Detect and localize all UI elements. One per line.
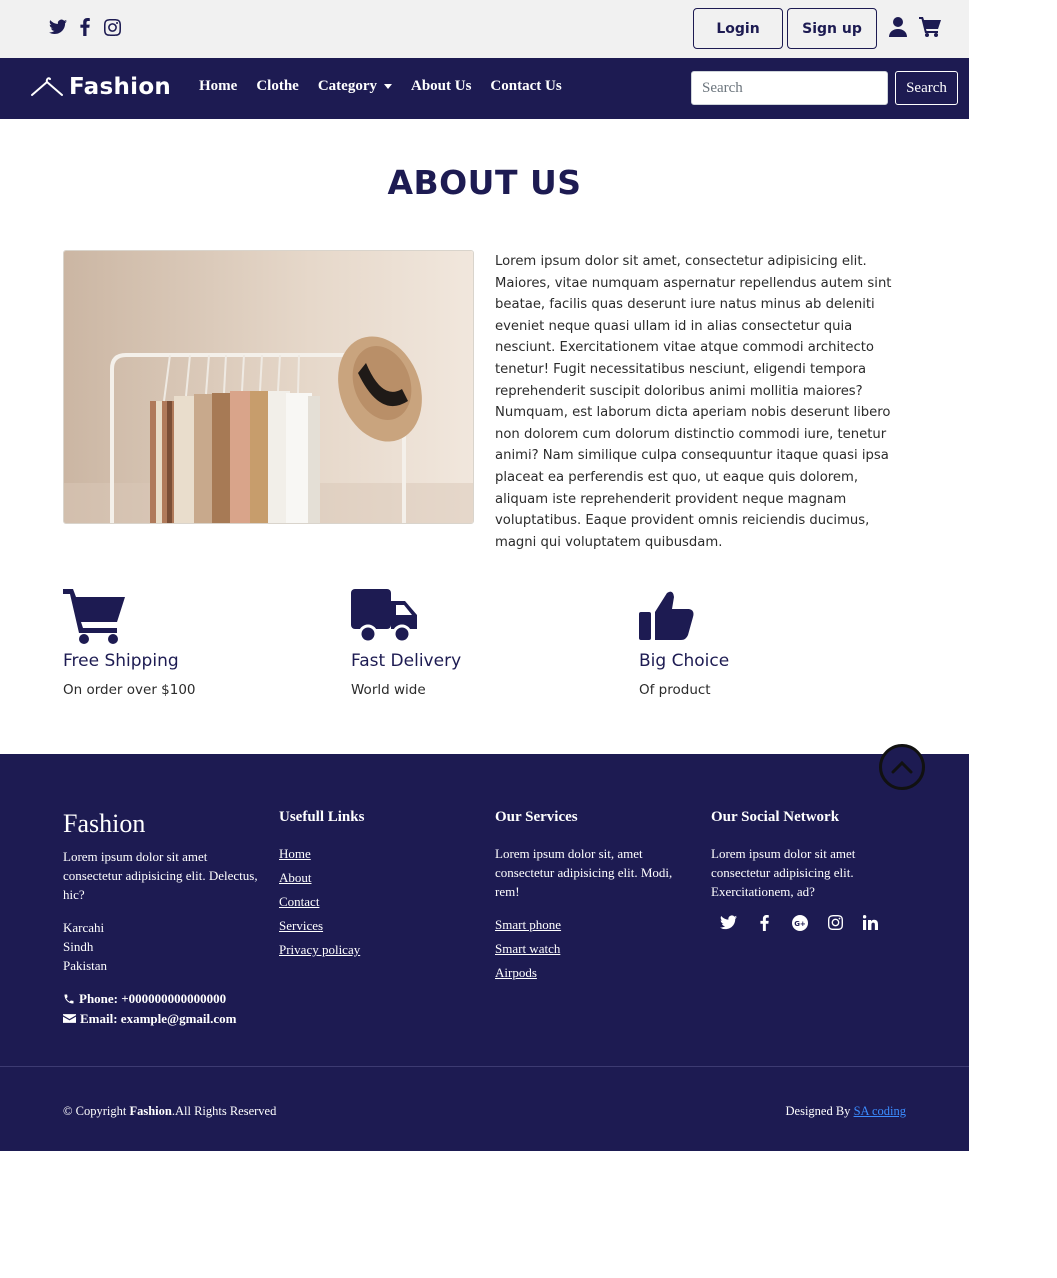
facebook-icon[interactable] [747,915,783,931]
brand-logo[interactable]: Fashion [31,74,171,100]
copyright-brand: Fashion [129,1104,172,1118]
hanger-icon [31,77,63,96]
scroll-to-top-button[interactable] [879,744,925,790]
footer-email: Email: example@gmail.com [63,1009,263,1029]
phone-icon [64,994,74,1004]
cart-icon [63,589,303,649]
search-button[interactable]: Search [895,71,958,105]
about-image [63,250,474,524]
footer-services-heading: Our Services [495,809,578,825]
footer-social-text: Lorem ipsum dolor sit amet consectetur a… [711,846,856,899]
footer-about-column: Fashion Lorem ipsum dolor sit amet conse… [63,807,263,1028]
footer: Fashion Lorem ipsum dolor sit amet conse… [0,754,969,1151]
nav-link-category[interactable]: Category [318,78,392,95]
footer-service-smart-watch[interactable]: Smart watch [495,941,685,957]
feature-fast-delivery: Fast Delivery World wide [351,589,591,698]
footer-services-column: Our Services Lorem ipsum dolor sit, amet… [495,807,685,981]
user-icon[interactable] [889,17,907,42]
address-line: Sindh [63,939,94,954]
footer-link-about[interactable]: About [279,870,469,886]
nav-links: Home Clothe Category About Us Contact Us [199,78,562,95]
copyright-suffix: .All Rights Reserved [171,1104,277,1118]
page-title: ABOUT US [387,163,582,202]
footer-service-smart-phone[interactable]: Smart phone [495,917,685,933]
address-line: Karcahi [63,920,105,935]
twitter-icon[interactable] [49,17,67,37]
top-bar: Login Sign up [0,0,969,58]
svg-text:G+: G+ [794,920,806,928]
google-plus-icon[interactable]: G+ [782,915,818,931]
instagram-icon[interactable] [103,17,121,37]
nav-link-contact[interactable]: Contact Us [490,78,561,95]
footer-social-links: G+ [711,915,911,931]
navbar: Fashion Home Clothe Category About Us Co… [0,58,969,119]
brand-name: Fashion [69,74,172,100]
cart-icon[interactable] [919,17,941,42]
facebook-icon[interactable] [76,17,94,37]
feature-free-shipping: Free Shipping On order over $100 [63,589,303,698]
footer-links-heading: Usefull Links [279,809,365,825]
linkedin-icon[interactable] [853,915,889,931]
footer-service-airpods[interactable]: Airpods [495,965,685,981]
feature-title: Big Choice [639,651,730,671]
nav-link-clothe[interactable]: Clothe [256,78,299,95]
instagram-icon[interactable] [818,915,854,931]
footer-divider [0,1066,969,1067]
thumbs-up-icon [639,589,879,649]
nav-link-category-label: Category [317,78,377,94]
signup-button[interactable]: Sign up [787,8,877,49]
designed-by: Designed By SA coding [786,1104,907,1119]
footer-brand-text: Lorem ipsum dolor sit amet consectetur a… [63,849,258,902]
footer-link-services[interactable]: Services [279,918,469,934]
nav-link-home[interactable]: Home [199,78,237,95]
feature-big-choice: Big Choice Of product [639,589,879,698]
feature-subtitle: Of product [639,682,711,698]
twitter-icon[interactable] [711,915,747,931]
feature-subtitle: On order over $100 [63,682,196,698]
footer-link-home[interactable]: Home [279,846,469,862]
copyright: © Copyright Fashion.All Rights Reserved [63,1104,276,1119]
copyright-prefix: © Copyright [63,1104,130,1118]
phone-text: Phone: +000000000000000 [79,991,227,1006]
about-paragraph: Lorem ipsum dolor sit amet, consectetur … [495,254,892,550]
feature-title: Free Shipping [63,651,179,671]
login-button[interactable]: Login [693,8,783,49]
footer-links-column: Usefull Links Home About Contact Service… [279,807,469,958]
address-line: Pakistan [63,958,108,973]
footer-social-column: Our Social Network Lorem ipsum dolor sit… [711,807,911,931]
footer-phone: Phone: +000000000000000 [63,989,263,1009]
feature-title: Fast Delivery [351,651,462,671]
footer-link-privacy[interactable]: Privacy policay [279,942,469,958]
footer-brand: Fashion [63,809,146,838]
designed-by-prefix: Designed By [785,1104,854,1118]
footer-address: Karcahi Sindh Pakistan [63,918,263,975]
chevron-up-icon [891,760,913,774]
footer-social-heading: Our Social Network [711,809,840,825]
email-text: Email: example@gmail.com [80,1010,237,1026]
feature-subtitle: World wide [351,682,426,698]
footer-link-contact[interactable]: Contact [279,894,469,910]
nav-link-about[interactable]: About Us [411,78,471,95]
chevron-down-icon [383,84,392,89]
search-input[interactable] [691,71,888,105]
envelope-icon [63,1013,76,1023]
designer-link[interactable]: SA coding [854,1104,906,1118]
truck-icon [351,589,591,649]
top-social-links [49,17,121,37]
footer-services-text: Lorem ipsum dolor sit, amet consectetur … [495,846,673,899]
